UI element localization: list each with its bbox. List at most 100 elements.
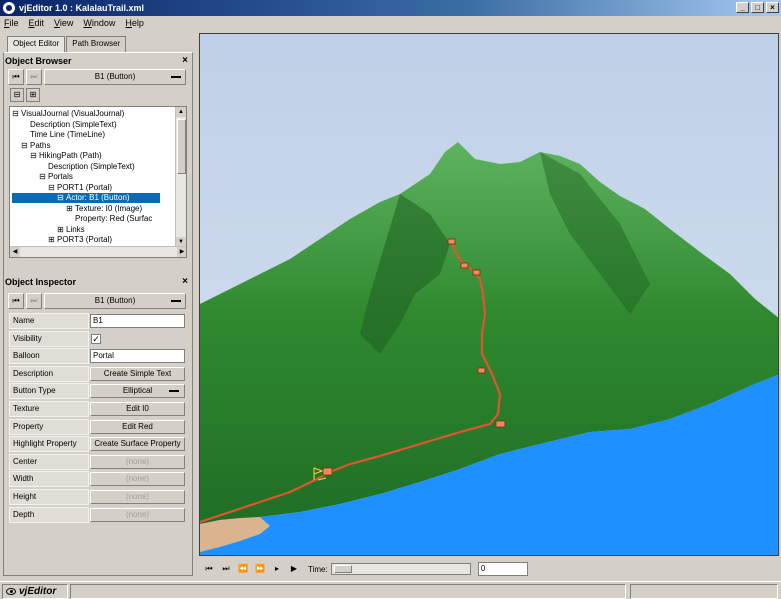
time-slider-knob[interactable] xyxy=(333,565,352,573)
property-action-button[interactable]: Create Simple Text xyxy=(90,366,185,381)
forward-icon[interactable]: ⏭ xyxy=(26,69,42,85)
visibility-checkbox[interactable]: ✓ xyxy=(91,333,101,344)
property-action-button[interactable]: Create Surface Property xyxy=(90,437,185,452)
portal-marker[interactable] xyxy=(477,367,486,374)
property-label: Height xyxy=(9,489,89,505)
time-input[interactable]: 0 xyxy=(477,562,528,576)
taskbar-app-button[interactable]: vjEditor xyxy=(2,584,68,599)
scroll-left-icon[interactable]: ◀ xyxy=(10,247,20,257)
tree-item[interactable]: ⊟ HikingPath (Path) xyxy=(30,151,102,161)
menu-view[interactable]: View xyxy=(54,18,73,28)
scroll-thumb[interactable] xyxy=(177,119,186,174)
property-label: Visibility xyxy=(9,330,89,347)
property-action-button[interactable]: Edit Red xyxy=(90,419,185,434)
property-row: Height (none) xyxy=(9,489,187,506)
menu-help[interactable]: Help xyxy=(125,18,144,28)
taskbar-app-label: vjEditor xyxy=(19,586,57,597)
property-row: Property Edit Red xyxy=(9,418,187,436)
first-icon[interactable]: ⏮ xyxy=(8,69,24,85)
tree-item[interactable]: ⊞ Texture: I0 (Image) xyxy=(66,204,142,214)
tree-item[interactable]: ⊟ PORT1 (Portal) xyxy=(48,183,112,193)
tree-item-label: VisualJournal (VisualJournal) xyxy=(21,109,125,118)
menu-edit[interactable]: Edit xyxy=(29,18,45,28)
dropdown-bar-icon xyxy=(169,390,179,393)
collapse-icon[interactable]: ⊟ xyxy=(21,141,30,151)
property-row: Description Create Simple Text xyxy=(9,365,187,383)
object-browser-close-icon[interactable]: × xyxy=(182,56,188,68)
time-slider[interactable] xyxy=(330,563,471,575)
object-browser-header: Object Browser × xyxy=(5,56,188,68)
step-icon[interactable]: ▸ xyxy=(270,562,284,576)
property-row: Button Type Elliptical xyxy=(9,383,187,400)
property-text-field[interactable]: Portal xyxy=(90,349,185,364)
expand-all-icon[interactable]: ⊞ xyxy=(26,88,40,102)
step-back-icon[interactable]: ⏪ xyxy=(236,562,250,576)
tree-item[interactable]: ⊟ Portals xyxy=(39,172,73,182)
rewind-to-start-icon[interactable]: ⏮ xyxy=(202,562,216,576)
portal-marker[interactable] xyxy=(495,420,506,428)
tree-item[interactable]: ⊟ VisualJournal (VisualJournal) xyxy=(12,109,124,119)
tree-item[interactable]: Description (SimpleText) xyxy=(21,120,117,130)
collapse-all-icon[interactable]: ⊟ xyxy=(10,88,24,102)
maximize-button[interactable]: □ xyxy=(751,2,764,13)
tree-item[interactable]: ⊞ PORT3 (Portal) xyxy=(48,235,112,245)
tree-item[interactable]: Description (SimpleText) xyxy=(39,162,135,172)
tree-item[interactable]: ⊞ Links xyxy=(57,225,85,235)
object-browser-selector[interactable]: B1 (Button) xyxy=(44,69,186,85)
property-none-button[interactable]: (none) xyxy=(90,472,185,487)
expand-icon[interactable]: ⊞ xyxy=(48,235,57,245)
property-text-field[interactable]: B1 xyxy=(90,314,185,328)
portal-marker[interactable] xyxy=(447,238,456,245)
portal-marker[interactable] xyxy=(472,269,481,276)
object-inspector-selector[interactable]: B1 (Button) xyxy=(44,293,186,309)
expand-icon[interactable]: ⊞ xyxy=(66,204,75,214)
collapse-icon[interactable]: ⊟ xyxy=(39,172,48,182)
collapse-icon[interactable]: ⊟ xyxy=(57,193,66,203)
tree-item[interactable]: ⊟ Actor: B1 (Button) xyxy=(12,193,160,203)
tree-item[interactable]: Property: Red (Surfac xyxy=(66,214,152,224)
terrain-scene xyxy=(200,34,778,555)
first-icon[interactable]: ⏮ xyxy=(8,293,24,309)
tree-item-label: Description (SimpleText) xyxy=(48,161,135,171)
portal-marker[interactable] xyxy=(460,262,469,269)
skip-to-end-icon[interactable]: ⏭ xyxy=(219,562,233,576)
tree-item[interactable]: Time Line (TimeLine) xyxy=(21,130,105,140)
button-type-dropdown[interactable]: Elliptical xyxy=(90,384,185,399)
property-label: Name xyxy=(9,313,89,329)
tree-horizontal-scrollbar[interactable]: ◀ ▶ xyxy=(10,246,186,257)
forward-icon[interactable]: ⏭ xyxy=(26,293,42,309)
property-value-text: Edit Red xyxy=(122,421,153,431)
scroll-right-icon[interactable]: ▶ xyxy=(177,247,186,257)
object-browser-selected: B1 (Button) xyxy=(94,72,136,81)
3d-viewport[interactable] xyxy=(199,33,779,556)
property-none-button[interactable]: (none) xyxy=(90,454,185,469)
expand-icon[interactable]: ⊞ xyxy=(57,225,66,235)
property-row: Name B1 xyxy=(9,313,187,330)
play-icon[interactable]: ▶ xyxy=(287,562,301,576)
tab-path-browser[interactable]: Path Browser xyxy=(66,36,127,52)
tab-object-editor[interactable]: Object Editor xyxy=(7,36,66,53)
property-row: Center (none) xyxy=(9,453,187,471)
object-inspector-close-icon[interactable]: × xyxy=(182,277,188,289)
minimize-button[interactable]: _ xyxy=(736,2,749,13)
portal-marker[interactable] xyxy=(322,467,333,476)
collapse-icon[interactable]: ⊟ xyxy=(30,151,39,161)
tree-item[interactable]: ⊟ Paths xyxy=(21,141,50,151)
property-label: Width xyxy=(9,471,89,488)
property-value-text: (none) xyxy=(125,509,150,519)
tree-vertical-scrollbar[interactable]: ▲ ▼ xyxy=(175,107,186,247)
close-button[interactable]: × xyxy=(766,2,779,13)
collapse-icon[interactable]: ⊟ xyxy=(12,109,21,119)
property-none-button[interactable]: (none) xyxy=(90,490,185,504)
step-forward-icon[interactable]: ⏩ xyxy=(253,562,267,576)
menu-bar: File Edit View Window Help xyxy=(0,16,781,30)
scroll-up-icon[interactable]: ▲ xyxy=(176,107,186,117)
object-browser-nav: ⏮ ⏭ B1 (Button) xyxy=(8,69,186,85)
collapse-icon[interactable]: ⊟ xyxy=(48,183,57,193)
menu-window[interactable]: Window xyxy=(83,18,115,28)
property-none-button[interactable]: (none) xyxy=(90,507,185,522)
tree-item-label: Actor: B1 (Button) xyxy=(66,193,130,202)
menu-file[interactable]: File xyxy=(4,18,19,28)
taskbar: vjEditor xyxy=(0,581,781,599)
property-action-button[interactable]: Edit I0 xyxy=(90,402,185,416)
